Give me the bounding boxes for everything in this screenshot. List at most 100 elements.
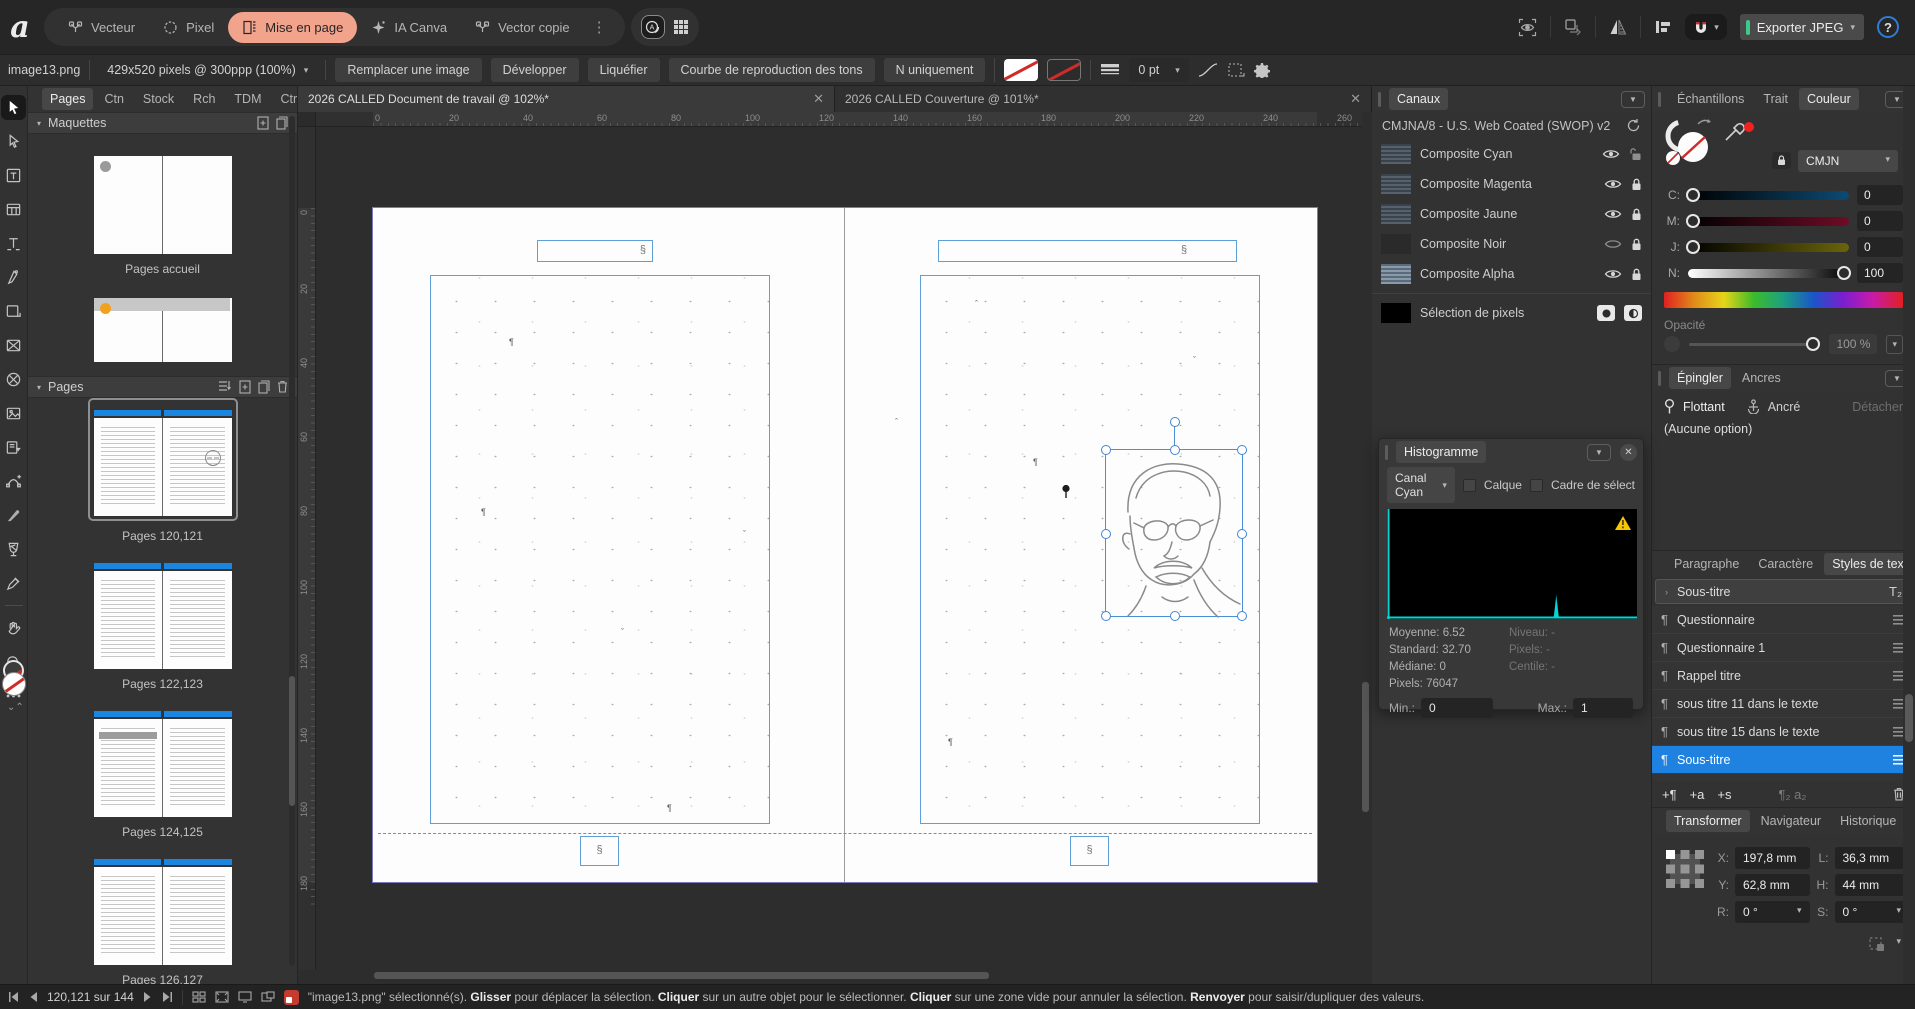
persona-tab-ia-canva[interactable]: IA Canva bbox=[357, 12, 461, 43]
document-tab[interactable]: 2026 CALLED Couverture @ 101%* ✕ bbox=[835, 86, 1372, 112]
maquettes-section-header[interactable]: ▾ Maquettes bbox=[28, 112, 297, 134]
transform-field-x[interactable]: 197,8 mm bbox=[1735, 847, 1810, 869]
tool-place-image[interactable] bbox=[0, 396, 28, 430]
footer-frame-left[interactable]: § bbox=[580, 836, 619, 866]
settings-gear-icon[interactable] bbox=[1253, 62, 1270, 78]
page-spread-item[interactable]: Pages 122,123 bbox=[93, 549, 232, 691]
panel-grip[interactable] bbox=[1658, 91, 1661, 107]
tool-pen[interactable] bbox=[0, 260, 28, 294]
page-spread[interactable]: § § § § ¶ ˇ ¶ ¶ ˆ ˇ ¶ ˇ ˆ ¶ bbox=[372, 207, 1318, 883]
detach-text-style-icon[interactable]: T₂ bbox=[1889, 584, 1902, 599]
lock-color-icon[interactable] bbox=[1772, 152, 1791, 169]
transform-field-y[interactable]: 62,8 mm bbox=[1735, 874, 1810, 896]
resize-handle[interactable] bbox=[1237, 611, 1247, 621]
ctx-button-développer[interactable]: Développer bbox=[490, 58, 579, 82]
panel-menu-button[interactable]: ▼ bbox=[1587, 443, 1611, 461]
delete-page-icon[interactable] bbox=[277, 380, 288, 394]
color-picker-icon[interactable] bbox=[1724, 120, 1754, 142]
maquette-item[interactable] bbox=[93, 276, 232, 362]
pages-grid-icon[interactable] bbox=[192, 991, 206, 1003]
preview-window-icon[interactable] bbox=[261, 991, 275, 1003]
tool-node-edit[interactable] bbox=[0, 464, 28, 498]
channel-select-dropdown[interactable]: Canal Cyan ▾ bbox=[1387, 467, 1455, 503]
transform-origin-icon[interactable] bbox=[1868, 936, 1886, 952]
spread-thumbnail[interactable] bbox=[93, 298, 232, 362]
slider-value[interactable]: 0 bbox=[1857, 237, 1903, 257]
canvas-viewport[interactable]: § § § § ¶ ˇ ¶ ¶ ˆ ˇ ¶ ˇ ˆ ¶ bbox=[316, 127, 1362, 970]
max-input[interactable]: 1 bbox=[1573, 698, 1633, 718]
tab-historique[interactable]: Historique bbox=[1832, 810, 1904, 832]
slider-value[interactable]: 0 bbox=[1857, 211, 1903, 231]
resize-handle[interactable] bbox=[1170, 445, 1180, 455]
flip-icon[interactable] bbox=[1609, 18, 1627, 36]
stroke-width-dropdown[interactable]: 0 pt ▾ bbox=[1129, 58, 1189, 82]
close-tab-icon[interactable]: ✕ bbox=[1350, 91, 1361, 107]
tool-artistic-text[interactable] bbox=[0, 226, 28, 260]
slider-knob[interactable] bbox=[1686, 239, 1700, 254]
slider-track[interactable] bbox=[1686, 187, 1849, 202]
horizontal-ruler[interactable]: 0 20 40 60 80 100 120 140 160 180 200 220 240 260 bbox=[316, 112, 1362, 127]
panel-menu-button[interactable]: ▼ bbox=[1621, 90, 1645, 108]
lock-icon[interactable] bbox=[1631, 208, 1642, 221]
sort-pages-icon[interactable] bbox=[218, 380, 232, 394]
text-frame-left[interactable] bbox=[430, 275, 770, 824]
anchored-option[interactable]: Ancré bbox=[1768, 400, 1801, 414]
stroke-swatch[interactable] bbox=[1047, 59, 1082, 81]
footer-frame-right[interactable]: § bbox=[1070, 836, 1109, 866]
ctx-button-remplacer-une-image[interactable]: Remplacer une image bbox=[335, 58, 482, 82]
tool-vector-brush[interactable] bbox=[0, 498, 28, 532]
tab-ctn[interactable]: Ctn bbox=[96, 88, 131, 110]
pixel-grid-icon[interactable] bbox=[1227, 62, 1245, 78]
tab-paragraphe[interactable]: Paragraphe bbox=[1666, 553, 1747, 575]
text-style-row[interactable]: ¶ Questionnaire 1 bbox=[1652, 634, 1915, 662]
channel-row[interactable]: Composite Noir bbox=[1372, 229, 1651, 259]
ctx-button-courbe-de-reproduction-des-tons[interactable]: Courbe de reproduction des tons bbox=[668, 58, 875, 82]
header-frame-right[interactable]: § bbox=[938, 240, 1237, 262]
slider-track[interactable] bbox=[1686, 239, 1849, 254]
image-size-dropdown[interactable]: 429x520 pixels @ 300ppp (100%) ▾ bbox=[99, 58, 316, 82]
persona-tab-pixel[interactable]: Pixel bbox=[149, 12, 228, 43]
panel-grip[interactable] bbox=[1658, 370, 1661, 386]
persona-tab-mise-en-page[interactable]: Mise en page bbox=[228, 11, 358, 43]
duplicate-page-icon[interactable] bbox=[258, 380, 270, 394]
color-model-dropdown[interactable]: CMJN ▾ bbox=[1798, 150, 1898, 172]
stroke-style-icon[interactable] bbox=[1100, 63, 1120, 77]
swap-colors-icon[interactable]: ⌄⌃ bbox=[7, 702, 24, 713]
tab-navigateur[interactable]: Navigateur bbox=[1753, 810, 1829, 832]
alignment-icon[interactable] bbox=[1654, 18, 1672, 36]
help-button[interactable]: ? bbox=[1877, 16, 1899, 38]
apps-grid-icon[interactable] bbox=[673, 19, 689, 35]
panel-grip[interactable] bbox=[1385, 444, 1388, 460]
canvas-vertical-scrollbar[interactable] bbox=[1362, 127, 1369, 970]
persona-tab-vecteur[interactable]: Vecteur bbox=[54, 12, 149, 43]
spread-thumbnail[interactable] bbox=[93, 711, 232, 817]
document-tab[interactable]: 2026 CALLED Document de travail @ 102%* ✕ bbox=[298, 86, 835, 112]
selection-half-icon[interactable] bbox=[1624, 305, 1642, 321]
lock-icon[interactable] bbox=[1631, 268, 1642, 281]
tool-table[interactable] bbox=[0, 192, 28, 226]
next-page-icon[interactable] bbox=[143, 992, 152, 1002]
first-page-icon[interactable] bbox=[8, 992, 20, 1002]
add-page-icon[interactable] bbox=[239, 380, 251, 394]
tool-color-picker[interactable] bbox=[0, 566, 28, 600]
tool-transparency[interactable] bbox=[0, 532, 28, 566]
tab-échantillons[interactable]: Échantillons bbox=[1669, 88, 1752, 110]
tool-picture-frame-rect[interactable] bbox=[0, 328, 28, 362]
text-style-row[interactable]: ¶ sous titre 15 dans le texte bbox=[1652, 718, 1915, 746]
new-character-style-button[interactable]: +a bbox=[1690, 787, 1705, 802]
transform-field-h[interactable]: 44 mm bbox=[1834, 874, 1909, 896]
transform-field-l[interactable]: 36,3 mm bbox=[1834, 847, 1909, 869]
more-options-icon[interactable]: ⋮ bbox=[584, 18, 615, 36]
resize-handle[interactable] bbox=[1237, 529, 1247, 539]
channel-row[interactable]: Composite Alpha bbox=[1372, 259, 1651, 289]
add-master-icon[interactable] bbox=[257, 116, 269, 130]
tab-ctr[interactable]: Ctr bbox=[272, 88, 297, 110]
spread-thumbnail[interactable] bbox=[93, 563, 232, 669]
ctx-button-liquéfier[interactable]: Liquéfier bbox=[587, 58, 660, 82]
photo-persona-icon[interactable]: A bbox=[640, 15, 665, 39]
preflight-icon[interactable] bbox=[283, 989, 299, 1005]
spread-thumbnail[interactable] bbox=[93, 410, 232, 516]
resize-handle[interactable] bbox=[1101, 445, 1111, 455]
rotation-handle[interactable] bbox=[1170, 417, 1180, 427]
spread-thumbnail[interactable] bbox=[93, 156, 232, 254]
